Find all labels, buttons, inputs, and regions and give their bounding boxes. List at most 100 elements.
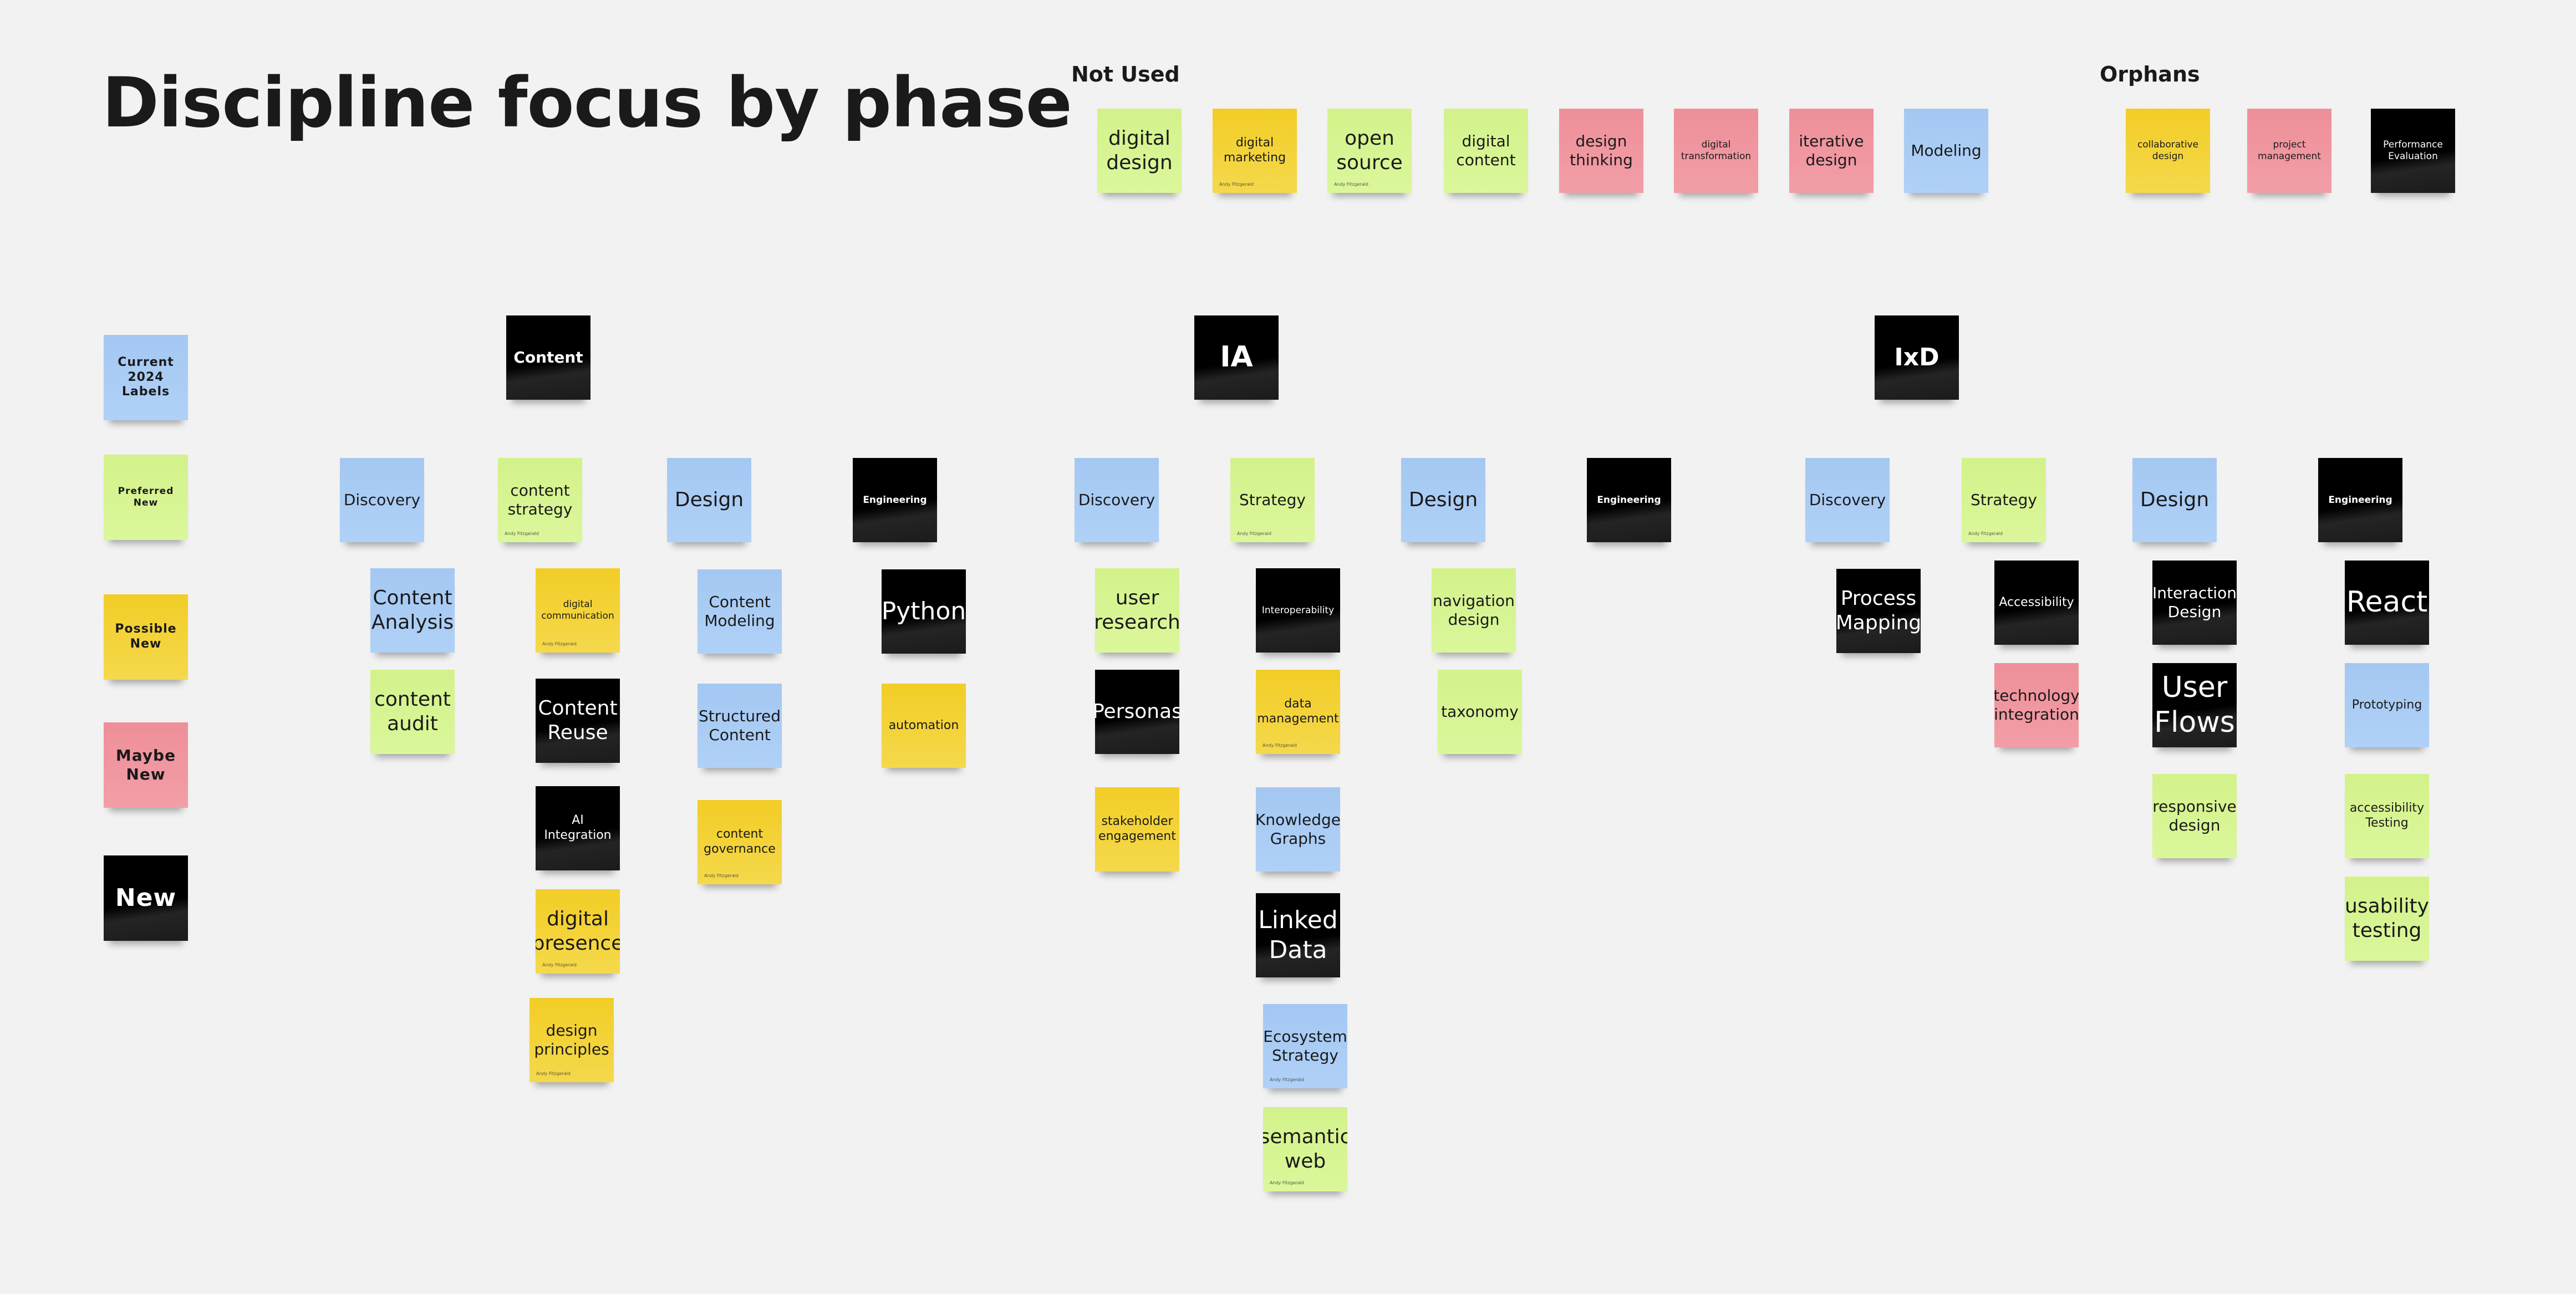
phase-ixd-design[interactable]: Design	[2132, 458, 2217, 542]
sticky-note-accessibility[interactable]: Accessibility	[1994, 561, 2079, 645]
sticky-note-automation[interactable]: automation	[882, 684, 966, 768]
phase-ixd-strategy[interactable]: Strategy Andy Fitzgerald	[1962, 458, 2046, 542]
not-used-note-modeling[interactable]: Modeling	[1904, 109, 1988, 193]
sticky-note-author: Andy Fitzgerald	[1270, 1180, 1304, 1186]
sticky-note-react[interactable]: React	[2345, 561, 2429, 645]
not-used-note-digital-transformation[interactable]: digital transformation	[1674, 109, 1758, 193]
sticky-note-text: Maybe New	[115, 746, 176, 783]
sticky-note-personas[interactable]: Personas	[1095, 670, 1179, 754]
sticky-note-author: Andy Fitzgerald	[1262, 743, 1297, 748]
sticky-note-prototyping[interactable]: Prototyping	[2345, 663, 2429, 747]
sticky-note-design-principles[interactable]: design principles Andy Fitzgerald	[530, 998, 614, 1082]
sticky-note-content-audit[interactable]: content audit	[370, 670, 455, 754]
sticky-note-text: navigation design	[1433, 591, 1515, 629]
sticky-note-stakeholder-engagement[interactable]: stakeholder engagement	[1095, 787, 1179, 872]
orphan-note-performance-evaluation[interactable]: Performance Evaluation	[2371, 109, 2455, 193]
orphan-note-collaborative-design[interactable]: collaborative design	[2126, 109, 2210, 193]
discipline-header-content[interactable]: Content	[506, 315, 590, 400]
sticky-note-text: content governance	[704, 827, 776, 856]
phase-content-discovery[interactable]: Discovery	[340, 458, 424, 542]
sticky-note-text: Discovery	[1078, 490, 1155, 509]
sticky-note-author: Andy Fitzgerald	[542, 962, 577, 968]
sticky-note-text: Performance Evaluation	[2383, 139, 2443, 162]
discipline-header-ia[interactable]: IA	[1194, 315, 1279, 400]
sticky-note-text: Content Modeling	[704, 592, 775, 630]
sticky-note-content-governance[interactable]: content governance Andy Fitzgerald	[698, 800, 782, 884]
sticky-note-text: New	[115, 884, 177, 913]
phase-ia-engineering[interactable]: Engineering	[1587, 458, 1671, 542]
sticky-note-text: Strategy	[1239, 490, 1306, 509]
orphan-note-project-management[interactable]: project management	[2247, 109, 2331, 193]
not-used-note-open-source[interactable]: open source Andy Fitzgerald	[1327, 109, 1412, 193]
sticky-note-user-flows[interactable]: User Flows	[2152, 663, 2237, 747]
sticky-note-text: digital design	[1106, 127, 1173, 174]
phase-content-design[interactable]: Design	[667, 458, 751, 542]
sticky-note-text: React	[2346, 585, 2428, 619]
sticky-note-python[interactable]: Python	[882, 569, 966, 654]
sticky-note-responsive-design[interactable]: responsive design	[2152, 774, 2237, 858]
sticky-note-text: semantic web	[1263, 1125, 1347, 1173]
phase-content-engineering[interactable]: Engineering	[853, 458, 937, 542]
sticky-note-text: Possible New	[115, 622, 177, 651]
sticky-note-linked-data[interactable]: Linked Data	[1256, 893, 1340, 977]
sticky-note-taxonomy[interactable]: taxonomy	[1438, 670, 1522, 754]
sticky-note-text: data management	[1257, 697, 1339, 726]
sticky-note-process-mapping[interactable]: Process Mapping	[1836, 569, 1921, 653]
sticky-note-ecosystem-strategy[interactable]: Ecosystem Strategy Andy Fitzgerald	[1263, 1004, 1347, 1088]
phase-ixd-engineering[interactable]: Engineering	[2318, 458, 2402, 542]
sticky-note-digital-presence[interactable]: digital presence Andy Fitzgerald	[536, 889, 620, 974]
orphans-label: Orphans	[2100, 62, 2200, 86]
sticky-note-text: Content Analysis	[371, 587, 454, 634]
sticky-note-content-analysis[interactable]: Content Analysis	[370, 568, 455, 653]
phase-ia-discovery[interactable]: Discovery	[1075, 458, 1159, 542]
sticky-note-text: content audit	[374, 688, 451, 735]
sticky-note-text: IA	[1220, 340, 1253, 374]
not-used-note-design-thinking[interactable]: design thinking	[1559, 109, 1643, 193]
sticky-note-text: responsive design	[2152, 797, 2237, 834]
sticky-note-user-research[interactable]: user research	[1095, 568, 1179, 653]
sticky-note-structured-content[interactable]: Structured Content	[698, 684, 782, 768]
sticky-note-author: Andy Fitzgerald	[1237, 531, 1271, 537]
sticky-note-text: Design	[1408, 488, 1478, 512]
sticky-note-text: content strategy	[507, 481, 573, 518]
sticky-note-knowledge-graphs[interactable]: Knowledge Graphs	[1256, 787, 1340, 872]
sticky-note-semantic-web[interactable]: semantic web Andy Fitzgerald	[1263, 1107, 1347, 1191]
sticky-note-navigation-design[interactable]: navigation design	[1432, 568, 1516, 653]
sticky-note-text: AI Integration	[544, 813, 612, 842]
sticky-note-digital-communication[interactable]: digital communication Andy Fitzgerald	[536, 568, 620, 653]
phase-ixd-discovery[interactable]: Discovery	[1805, 458, 1890, 542]
sticky-note-author: Andy Fitzgerald	[536, 1071, 571, 1077]
sticky-note-interaction-design[interactable]: Interaction Design	[2152, 561, 2237, 645]
sticky-note-text: usability testing	[2345, 895, 2429, 942]
sticky-note-usability-testing[interactable]: usability testing	[2345, 877, 2429, 961]
phase-ia-design[interactable]: Design	[1401, 458, 1485, 542]
sticky-note-content-reuse[interactable]: Content Reuse	[536, 679, 620, 763]
not-used-note-digital-content[interactable]: digital content	[1444, 109, 1528, 193]
legend-new[interactable]: New	[104, 855, 188, 941]
phase-ia-strategy[interactable]: Strategy Andy Fitzgerald	[1230, 458, 1315, 542]
sticky-note-text: digital content	[1456, 131, 1516, 169]
sticky-note-text: stakeholder engagement	[1098, 814, 1176, 843]
sticky-note-text: digital marketing	[1223, 136, 1286, 165]
sticky-note-text: user research	[1095, 587, 1179, 634]
sticky-note-text: Python	[882, 597, 966, 626]
sticky-note-technology-integration[interactable]: technology integration	[1994, 663, 2079, 747]
not-used-note-iterative-design[interactable]: iterative design	[1789, 109, 1874, 193]
sticky-note-interoperability[interactable]: Interoperability	[1256, 568, 1340, 653]
sticky-note-text: Linked Data	[1258, 906, 1338, 964]
sticky-note-ai-integration[interactable]: AI Integration	[536, 786, 620, 870]
legend-maybe-new[interactable]: Maybe New	[104, 722, 188, 808]
not-used-note-digital-design[interactable]: digital design	[1097, 109, 1182, 193]
sticky-note-content-modeling[interactable]: Content Modeling	[698, 569, 782, 654]
sticky-note-text: Knowledge Graphs	[1256, 810, 1340, 848]
phase-content-content-strategy[interactable]: content strategy Andy Fitzgerald	[498, 458, 582, 542]
not-used-note-digital-marketing[interactable]: digital marketing Andy Fitzgerald	[1213, 109, 1297, 193]
sticky-note-data-management[interactable]: data management Andy Fitzgerald	[1256, 670, 1340, 754]
sticky-note-text: Engineering	[2328, 494, 2392, 506]
discipline-header-ixd[interactable]: IxD	[1875, 315, 1959, 400]
sticky-note-accessibility-testing[interactable]: accessibility Testing	[2345, 774, 2429, 858]
legend-current-2024-labels[interactable]: Current 2024 Labels	[104, 335, 188, 420]
legend-preferred-new[interactable]: Preferred New	[104, 455, 188, 540]
legend-possible-new[interactable]: Possible New	[104, 594, 188, 680]
sticky-note-text: Accessibility	[1999, 595, 2074, 609]
